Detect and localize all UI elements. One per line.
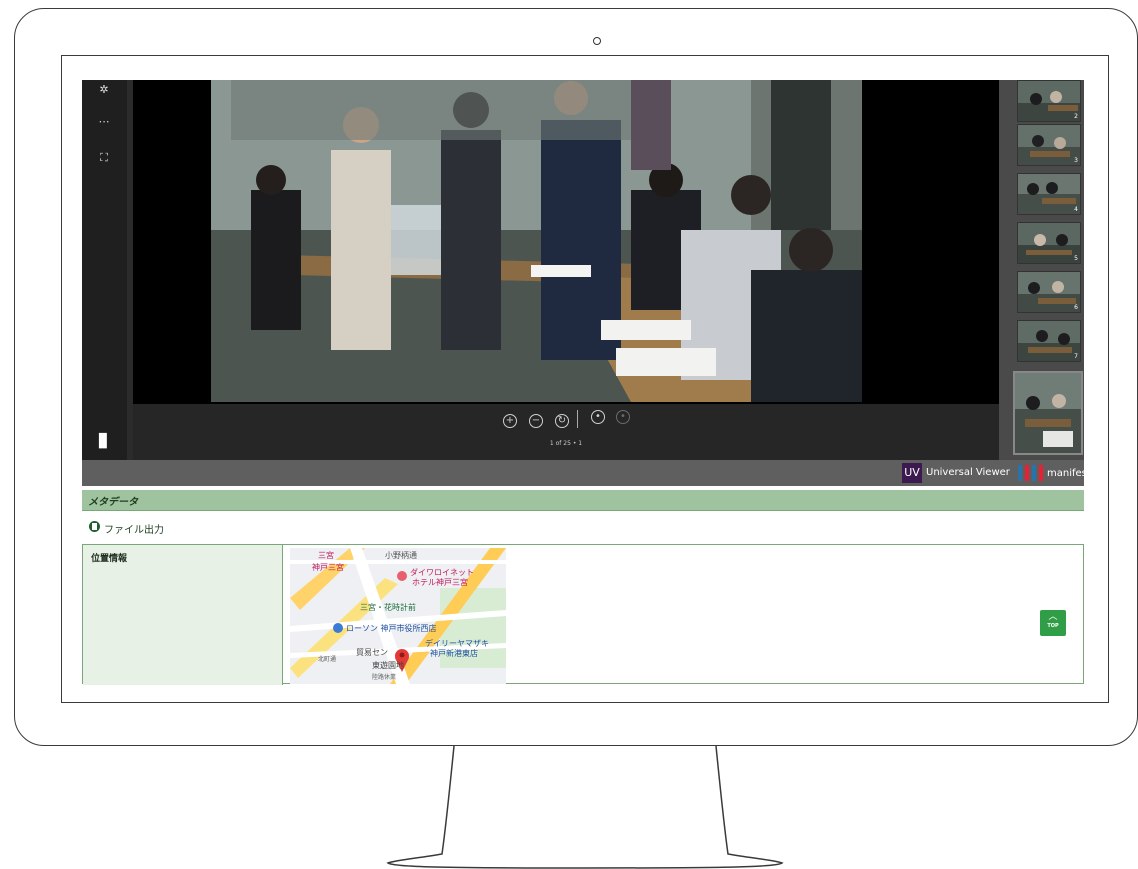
page-counter: 1 of 25 • 1: [549, 440, 583, 447]
iiif-icon[interactable]: [1016, 463, 1044, 483]
map-label: ローソン 神戸市役所西店: [346, 623, 437, 633]
back-to-top-button[interactable]: ︿ TOP: [1040, 610, 1066, 636]
map-label: 三宮: [318, 550, 334, 560]
thumbnail[interactable]: 2: [1017, 80, 1081, 122]
thumbnail-selected[interactable]: [1013, 371, 1083, 455]
thumbnail[interactable]: 6: [1017, 271, 1081, 313]
map-label: ダイワロイネット: [410, 567, 474, 577]
top-label: TOP: [1047, 623, 1059, 629]
file-output-label: ファイル出力: [104, 525, 164, 536]
map-label: 貿易セン: [356, 647, 388, 657]
uv-logo[interactable]: UV: [902, 463, 922, 483]
viewer-footer: UV Universal Viewer manifest: [82, 460, 1091, 486]
screen: ✲ ⋯ ⛶ ▐▌ + − ↻ • • 1 of 25 • 1 2 3 4 5 6…: [61, 55, 1109, 703]
map-label: 北町通: [318, 655, 336, 663]
thumbnail-panel[interactable]: 2 3 4 5 6 7: [999, 80, 1084, 460]
map-label: 神戸新港東店: [430, 648, 478, 658]
zoom-in-icon[interactable]: +: [503, 414, 517, 428]
rotate-icon[interactable]: ↻: [555, 414, 569, 428]
image-stage[interactable]: [133, 80, 999, 404]
location-label-cell: 位置情報: [83, 545, 283, 685]
map-label: ホテル神戸三宮: [412, 577, 468, 587]
navigation-strip: + − ↻ • • 1 of 25 • 1: [133, 404, 999, 460]
monitor-stand: [386, 746, 784, 869]
camera-dot: [593, 37, 601, 45]
fullscreen-icon[interactable]: ⛶: [96, 150, 112, 166]
uv-label[interactable]: Universal Viewer: [926, 467, 1010, 478]
universal-viewer: ✲ ⋯ ⛶ ▐▌ + − ↻ • • 1 of 25 • 1 2 3 4 5 6…: [82, 80, 1091, 486]
previous-page-icon[interactable]: •: [591, 410, 605, 424]
thumbnail[interactable]: 4: [1017, 173, 1081, 215]
viewer-left-toolbar: ✲ ⋯ ⛶ ▐▌: [82, 80, 127, 460]
thumbnail[interactable]: 3: [1017, 124, 1081, 166]
location-map[interactable]: 三宮 神戸三宮 小野柄通 ダイワロイネット ホテル神戸三宮 三宮・花時計前 ロー…: [290, 548, 506, 684]
main-photo[interactable]: [211, 80, 862, 402]
map-label: 陸路休業: [372, 673, 396, 681]
more-icon[interactable]: ⋯: [96, 114, 112, 130]
settings-icon[interactable]: ✲: [96, 82, 112, 98]
location-table: 位置情報 三宮 神戸三宮 小野柄通 ダイワロイネット ホテル神戸三宮 三宮・花時…: [82, 544, 1084, 685]
zoom-out-icon[interactable]: −: [529, 414, 543, 428]
map-label: 東遊園地: [372, 660, 404, 670]
metadata-title: メタデータ: [88, 497, 138, 508]
thumbnail[interactable]: 5: [1017, 222, 1081, 264]
map-label: 神戸三宮: [312, 562, 344, 572]
map-label: 小野柄通: [385, 550, 417, 560]
next-page-icon[interactable]: •: [616, 410, 630, 424]
document-icon: [89, 521, 100, 532]
thumbnail[interactable]: 7: [1017, 320, 1081, 362]
metadata-header: メタデータ: [82, 490, 1084, 511]
chevron-up-icon: ︿: [1048, 612, 1058, 622]
manifest-link[interactable]: manifest: [1047, 468, 1091, 479]
map-label: 三宮・花時計前: [360, 602, 416, 612]
map-label: デイリーヤマザキ: [425, 638, 489, 648]
viewer-logo-icon: ▐▌: [95, 434, 111, 449]
location-label: 位置情報: [91, 554, 128, 564]
nav-separator: [577, 410, 578, 428]
